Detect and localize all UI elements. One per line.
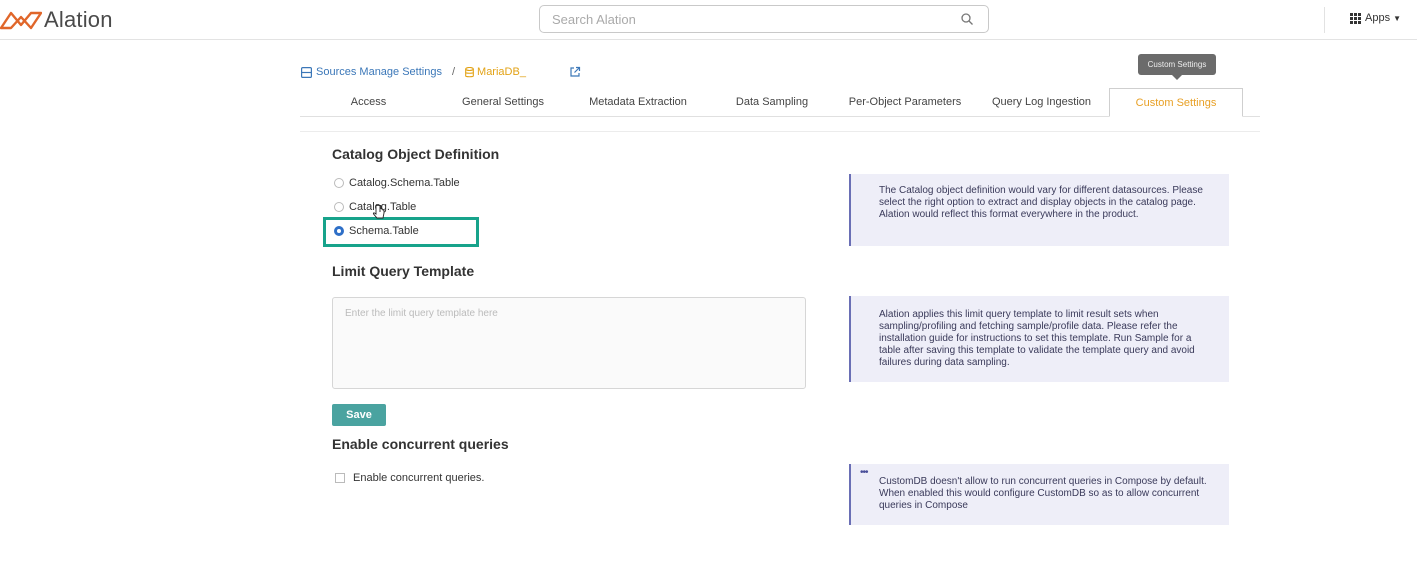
radio-schema-table[interactable]: Schema.Table bbox=[334, 225, 419, 237]
radio-button-selected[interactable] bbox=[334, 226, 344, 236]
radio-catalog-schema-table[interactable]: Catalog.Schema.Table bbox=[334, 177, 460, 189]
radio-button[interactable] bbox=[334, 202, 344, 212]
concurrent-section-title: Enable concurrent queries bbox=[332, 436, 509, 452]
mouse-cursor-icon bbox=[372, 204, 385, 219]
content-divider bbox=[300, 131, 1260, 132]
search-icon[interactable] bbox=[960, 12, 974, 26]
limit-info-text: Alation applies this limit query templat… bbox=[879, 309, 1195, 368]
tab-tooltip: Custom Settings bbox=[1138, 54, 1216, 80]
concurrent-info-box: ••• CustomDB doesn't allow to run concur… bbox=[849, 464, 1229, 525]
tab-metadata-extraction[interactable]: Metadata Extraction bbox=[578, 88, 698, 116]
limit-info-box: Alation applies this limit query templat… bbox=[849, 296, 1229, 382]
search-input[interactable] bbox=[540, 6, 950, 32]
logo-text: Alation bbox=[44, 7, 113, 32]
checkbox-label: Enable concurrent queries. bbox=[353, 472, 485, 484]
concurrent-queries-checkbox[interactable] bbox=[335, 473, 345, 483]
sources-icon bbox=[301, 66, 312, 78]
save-button[interactable]: Save bbox=[332, 404, 386, 426]
radio-label: Schema.Table bbox=[349, 225, 419, 237]
breadcrumb-sources-link[interactable]: Sources Manage Settings bbox=[301, 66, 442, 78]
caret-down-icon: ▼ bbox=[1393, 13, 1401, 23]
breadcrumb-current-label: MariaDB_ bbox=[477, 66, 526, 78]
breadcrumb-current: MariaDB_ bbox=[465, 66, 526, 78]
breadcrumb-separator: / bbox=[451, 66, 456, 78]
alation-logo-icon bbox=[0, 11, 42, 30]
catalog-info-text: The Catalog object definition would vary… bbox=[879, 185, 1203, 220]
tab-data-sampling[interactable]: Data Sampling bbox=[717, 88, 827, 116]
external-link-icon[interactable] bbox=[569, 66, 581, 78]
alation-logo[interactable]: Alation bbox=[0, 6, 113, 34]
database-icon bbox=[465, 66, 474, 77]
tab-custom-settings[interactable]: Custom Settings bbox=[1109, 88, 1243, 117]
concurrent-queries-checkbox-row[interactable]: Enable concurrent queries. bbox=[335, 472, 484, 484]
tab-access[interactable]: Access bbox=[310, 88, 427, 116]
breadcrumb: Sources Manage Settings / MariaDB_ bbox=[301, 66, 526, 78]
radio-button[interactable] bbox=[334, 178, 344, 188]
concurrent-info-text: CustomDB doesn't allow to run concurrent… bbox=[879, 476, 1207, 511]
topbar-divider bbox=[1324, 7, 1325, 33]
top-bar: Alation Apps ▼ bbox=[0, 0, 1417, 40]
tab-per-object-parameters[interactable]: Per-Object Parameters bbox=[832, 88, 978, 116]
more-dots-icon: ••• bbox=[860, 467, 868, 478]
tab-general-settings[interactable]: General Settings bbox=[440, 88, 566, 116]
breadcrumb-parent-label: Sources Manage Settings bbox=[316, 66, 442, 78]
limit-section-title: Limit Query Template bbox=[332, 263, 475, 279]
settings-tabs: Access General Settings Metadata Extract… bbox=[300, 88, 1260, 117]
search-bar[interactable] bbox=[539, 5, 989, 33]
apps-label: Apps bbox=[1365, 12, 1391, 24]
tab-query-log-ingestion[interactable]: Query Log Ingestion bbox=[985, 88, 1098, 116]
radio-label: Catalog.Schema.Table bbox=[349, 177, 460, 189]
grid-icon bbox=[1350, 12, 1361, 24]
limit-query-template-input[interactable] bbox=[332, 297, 806, 389]
catalog-section-title: Catalog Object Definition bbox=[332, 146, 500, 162]
catalog-info-box: The Catalog object definition would vary… bbox=[849, 174, 1229, 246]
apps-menu-button[interactable]: Apps ▼ bbox=[1350, 12, 1401, 24]
